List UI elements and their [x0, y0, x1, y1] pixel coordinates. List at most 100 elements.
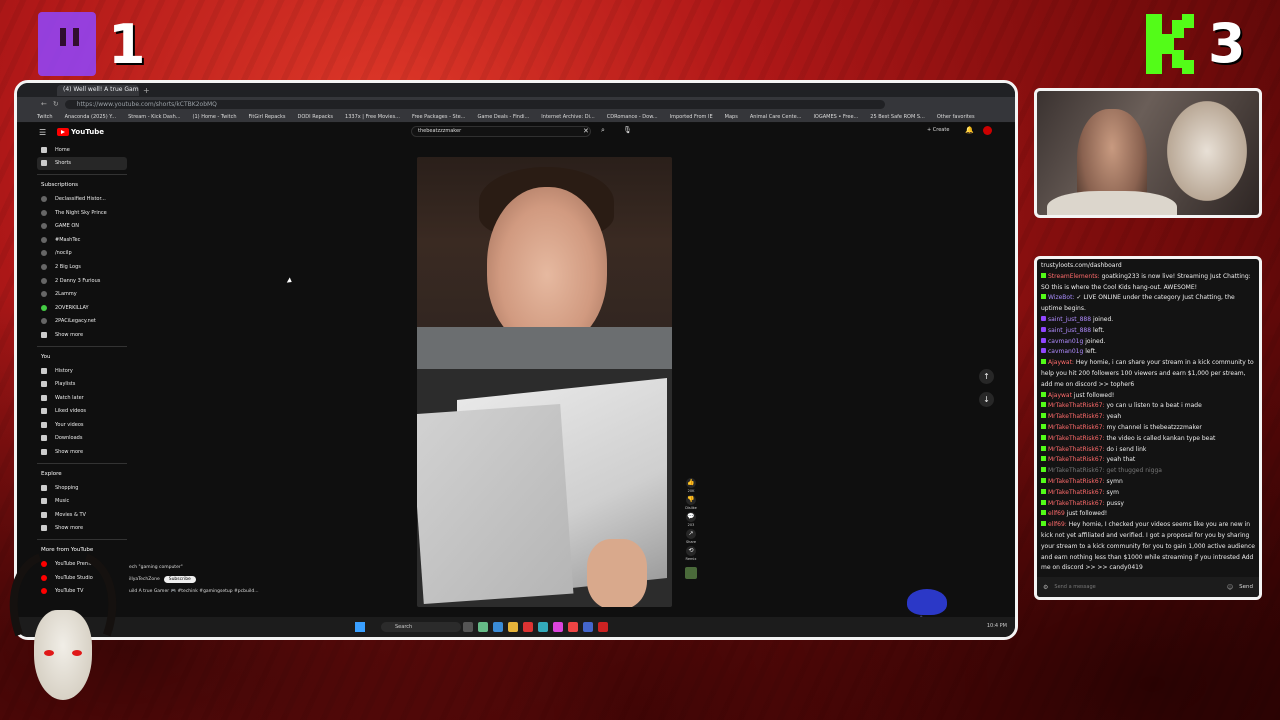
- chat-input[interactable]: Send a message: [1054, 584, 1220, 590]
- next-short-button[interactable]: ↓: [979, 392, 994, 407]
- chat-username[interactable]: WizeBot:: [1048, 294, 1074, 301]
- chat-username[interactable]: MrTakeThatRisk67:: [1048, 446, 1105, 453]
- app-icon[interactable]: [583, 622, 593, 632]
- task-view-icon[interactable]: [463, 622, 473, 632]
- chat-username[interactable]: MrTakeThatRisk67:: [1048, 467, 1105, 474]
- sidebar-item-music[interactable]: Music: [37, 494, 127, 508]
- chat-username[interactable]: cavman01g: [1048, 348, 1083, 355]
- show-more-button[interactable]: Show more: [37, 328, 127, 342]
- shorts-video-player[interactable]: [417, 157, 672, 607]
- app-icon[interactable]: [598, 622, 608, 632]
- video-tag[interactable]: ech "gaming computer": [129, 565, 279, 570]
- sidebar-item-your-videos[interactable]: Your videos: [37, 418, 127, 432]
- chat-username[interactable]: Ajaywat: [1048, 392, 1072, 399]
- subscription-item[interactable]: Declassified Histor...: [37, 192, 127, 206]
- sidebar-item-liked[interactable]: Liked videos: [37, 405, 127, 419]
- subscription-item[interactable]: 2OVERKILLAY: [37, 301, 127, 315]
- app-icon[interactable]: [553, 622, 563, 632]
- system-tray[interactable]: 10:4 PM: [987, 623, 1007, 629]
- chat-username[interactable]: MrTakeThatRisk67:: [1048, 500, 1105, 507]
- chat-username[interactable]: MrTakeThatRisk67:: [1048, 478, 1105, 485]
- subscribe-button[interactable]: Subscribe: [163, 576, 196, 583]
- notifications-icon[interactable]: 🔔: [965, 126, 974, 134]
- like-button[interactable]: 👍 20K: [686, 478, 696, 493]
- chat-username[interactable]: MrTakeThatRisk67:: [1048, 424, 1105, 431]
- bookmark[interactable]: CDRomance - Dow...: [607, 114, 658, 120]
- show-more-button[interactable]: Show more: [37, 445, 127, 459]
- bookmark[interactable]: Internet Archive: Di...: [541, 114, 594, 120]
- send-button[interactable]: Send: [1239, 584, 1253, 590]
- xbox-icon[interactable]: [478, 622, 488, 632]
- edge-icon[interactable]: [493, 622, 503, 632]
- dislike-button[interactable]: 👎 Dislike: [685, 495, 697, 510]
- bookmark[interactable]: FitGirl Repacks: [249, 114, 286, 120]
- bookmark[interactable]: Stream - Kick Dash...: [128, 114, 180, 120]
- bookmark[interactable]: (1) Home - Twitch: [193, 114, 237, 120]
- chat-username[interactable]: cavman01g: [1048, 338, 1083, 345]
- sidebar-item-home[interactable]: Home: [37, 143, 127, 157]
- chat-username[interactable]: MrTakeThatRisk67:: [1048, 413, 1105, 420]
- subscription-item[interactable]: 2 Danny 3 Furious: [37, 274, 127, 288]
- browser-tab[interactable]: (4) Well well! A true Gamer 🎮: [57, 84, 139, 96]
- subscription-item[interactable]: 2 Big Logs: [37, 260, 127, 274]
- microphone-icon[interactable]: 🎙: [623, 126, 632, 134]
- subscription-item[interactable]: /nocilp: [37, 247, 127, 261]
- app-icon[interactable]: [523, 622, 533, 632]
- remix-button[interactable]: ⟲ Remix: [686, 546, 696, 561]
- chat-username[interactable]: ellf69:: [1048, 521, 1067, 528]
- you-header[interactable]: You: [37, 351, 127, 364]
- emoji-icon[interactable]: ☺: [1227, 584, 1233, 591]
- menu-icon[interactable]: ☰: [39, 128, 53, 137]
- youtube-logo[interactable]: YouTube: [57, 128, 104, 136]
- avatar[interactable]: [983, 126, 992, 135]
- bookmark[interactable]: Twitch: [37, 114, 53, 120]
- bookmark[interactable]: 25 Best Safe ROM S...: [870, 114, 925, 120]
- bookmark[interactable]: Game Deals - Findi...: [477, 114, 529, 120]
- sidebar-item-playlists[interactable]: Playlists: [37, 377, 127, 391]
- chat-username[interactable]: saint_just_888: [1048, 316, 1091, 323]
- bookmark[interactable]: Imported From IE: [670, 114, 713, 120]
- bookmark[interactable]: Other favorites: [937, 114, 975, 120]
- clear-search-icon[interactable]: ✕: [583, 127, 589, 135]
- search-input[interactable]: thebeatzzzmaker: [411, 126, 591, 137]
- search-icon[interactable]: ⌕: [601, 126, 605, 135]
- subscription-item[interactable]: The Night Sky Prince: [37, 206, 127, 220]
- bookmark[interactable]: IOGAMES • Free...: [813, 114, 858, 120]
- reload-icon[interactable]: ↻: [53, 100, 59, 108]
- subscription-item[interactable]: #MashTec: [37, 233, 127, 247]
- subscriptions-header[interactable]: Subscriptions: [37, 179, 127, 192]
- sidebar-item-watch-later[interactable]: Watch later: [37, 391, 127, 405]
- sidebar-item-movies[interactable]: Movies & TV: [37, 508, 127, 522]
- chat-username[interactable]: MrTakeThatRisk67:: [1048, 456, 1105, 463]
- subscription-item[interactable]: GAME ON: [37, 219, 127, 233]
- bookmark[interactable]: DODI Repacks: [298, 114, 334, 120]
- audio-thumbnail[interactable]: [685, 567, 697, 579]
- back-icon[interactable]: ←: [41, 100, 47, 108]
- bookmark[interactable]: 1337x | Free Movies...: [345, 114, 400, 120]
- subscription-item[interactable]: 2PACiLegacy.net: [37, 315, 127, 329]
- sidebar-item-shopping[interactable]: Shopping: [37, 481, 127, 495]
- sidebar-item-history[interactable]: History: [37, 364, 127, 378]
- chrome-icon[interactable]: [568, 622, 578, 632]
- create-button[interactable]: + Create: [927, 127, 949, 133]
- new-tab-icon[interactable]: +: [143, 86, 150, 95]
- chat-username[interactable]: MrTakeThatRisk67:: [1048, 402, 1105, 409]
- chat-username[interactable]: MrTakeThatRisk67:: [1048, 489, 1105, 496]
- chat-username[interactable]: ellf69: [1048, 510, 1065, 517]
- sidebar-item-downloads[interactable]: Downloads: [37, 432, 127, 446]
- bookmark[interactable]: Anaconda (2025) Y...: [65, 114, 116, 120]
- chat-username[interactable]: MrTakeThatRisk67:: [1048, 435, 1105, 442]
- bookmark[interactable]: Animal Care Cente...: [750, 114, 802, 120]
- url-input[interactable]: https://www.youtube.com/shorts/kCTBK2obM…: [64, 99, 885, 109]
- taskbar-search[interactable]: Search: [381, 622, 461, 632]
- show-more-button[interactable]: Show more: [37, 522, 127, 536]
- previous-short-button[interactable]: ↑: [979, 369, 994, 384]
- sidebar-item-shorts[interactable]: Shorts: [37, 156, 127, 171]
- folder-icon[interactable]: [508, 622, 518, 632]
- share-button[interactable]: ↗ Share: [686, 529, 696, 544]
- chat-username[interactable]: saint_just_888: [1048, 327, 1091, 334]
- subscription-item[interactable]: 2Lammy: [37, 287, 127, 301]
- chat-settings-icon[interactable]: ⚙: [1043, 584, 1048, 591]
- app-icon[interactable]: [538, 622, 548, 632]
- comment-button[interactable]: 💬 203: [686, 512, 696, 527]
